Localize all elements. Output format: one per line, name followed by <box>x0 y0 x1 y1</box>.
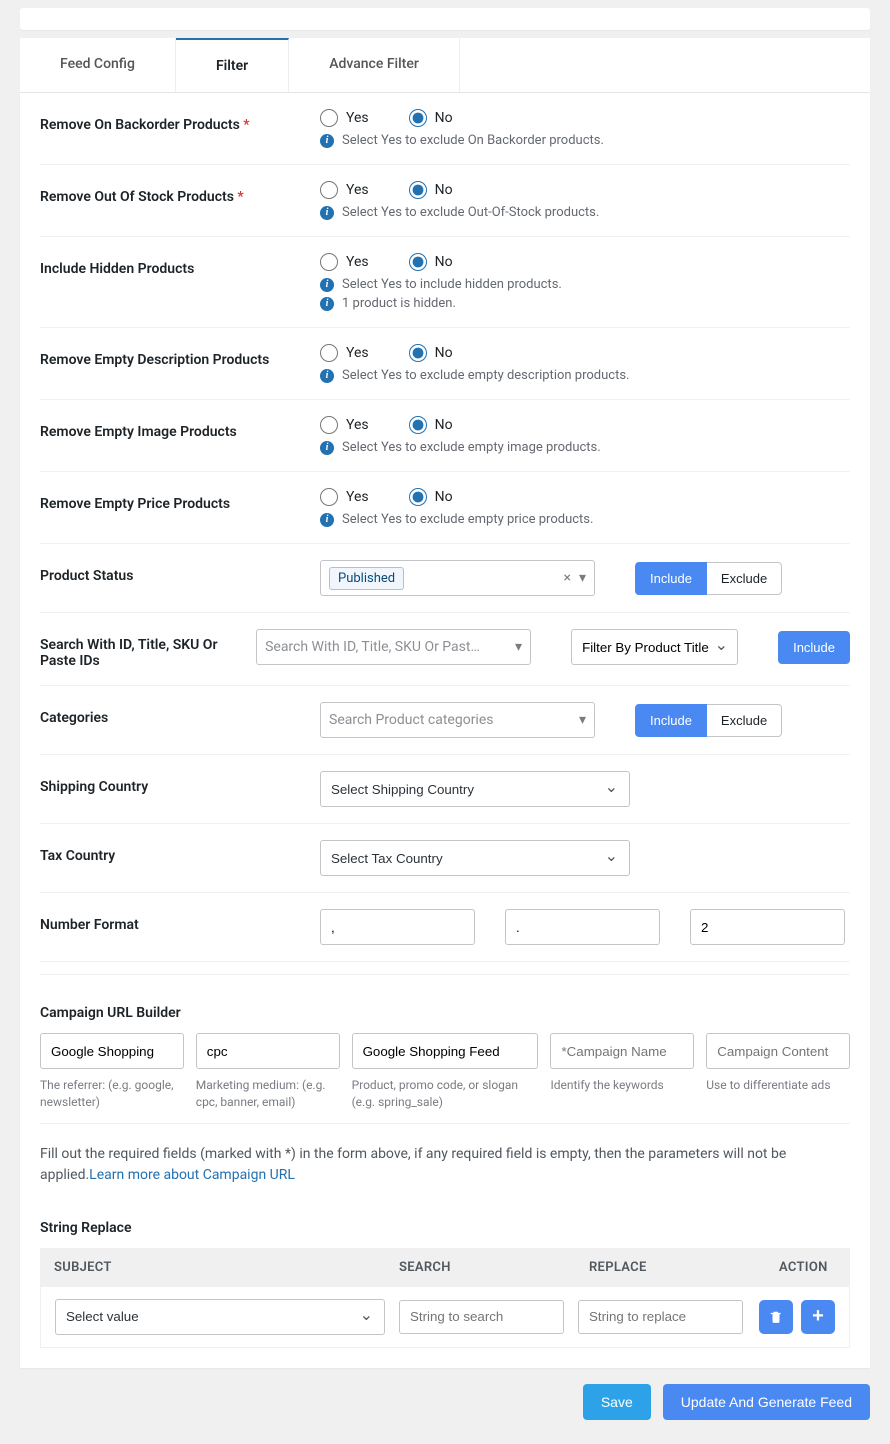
clear-icon[interactable]: × <box>563 570 570 586</box>
string-replace-row: Select value + <box>40 1287 850 1348</box>
campaign-source-desc: The referrer: (e.g. google, newsletter) <box>40 1077 184 1111</box>
radio-empty-desc-no[interactable]: No <box>409 344 453 362</box>
campaign-medium-input[interactable] <box>196 1033 340 1069</box>
campaign-name-desc: Identify the keywords <box>550 1077 694 1094</box>
info-icon: i <box>320 278 334 292</box>
info-icon: i <box>320 206 334 220</box>
radio-hidden-no[interactable]: No <box>409 253 453 271</box>
campaign-url-heading: Campaign URL Builder <box>40 987 850 1033</box>
radio-empty-price-yes[interactable]: Yes <box>320 488 369 506</box>
status-tag-published: Published <box>329 567 404 590</box>
th-action: ACTION <box>779 1260 836 1275</box>
th-search: SEARCH <box>399 1260 589 1275</box>
search-products-select[interactable]: Search With ID, Title, SKU Or Past… ▾ <box>256 629 531 665</box>
status-include-button[interactable]: Include <box>635 562 707 595</box>
string-search-input[interactable] <box>399 1300 564 1334</box>
categories-placeholder: Search Product categories <box>329 712 494 728</box>
label-number-format: Number Format <box>40 909 320 933</box>
help-empty-price: Select Yes to exclude empty price produc… <box>342 512 593 527</box>
categories-exclude-button[interactable]: Exclude <box>707 704 782 737</box>
campaign-medium-desc: Marketing medium: (e.g. cpc, banner, ema… <box>196 1077 340 1111</box>
label-shipping-country: Shipping Country <box>40 771 320 795</box>
th-subject: SUBJECT <box>54 1260 399 1275</box>
radio-hidden-yes[interactable]: Yes <box>320 253 369 271</box>
help-empty-desc: Select Yes to exclude empty description … <box>342 368 629 383</box>
label-remove-empty-img: Remove Empty Image Products <box>40 416 320 440</box>
search-placeholder: Search With ID, Title, SKU Or Past… <box>265 639 480 655</box>
add-row-button[interactable]: + <box>801 1300 835 1334</box>
plus-icon: + <box>812 1305 824 1328</box>
radio-empty-img-no[interactable]: No <box>409 416 453 434</box>
campaign-campaign-desc: Product, promo code, or slogan (e.g. spr… <box>352 1077 539 1111</box>
radio-backorder-yes[interactable]: Yes <box>320 109 369 127</box>
string-replace-input[interactable] <box>578 1300 743 1334</box>
campaign-note: Fill out the required fields (marked wit… <box>40 1136 850 1202</box>
search-include-button[interactable]: Include <box>778 631 850 664</box>
tab-bar: Feed Config Filter Advance Filter <box>20 38 870 93</box>
filter-panel: Remove On Backorder Products * Yes No iS… <box>20 93 870 1368</box>
delete-row-button[interactable] <box>759 1300 793 1334</box>
tab-advance-filter[interactable]: Advance Filter <box>289 38 460 92</box>
help-oos: Select Yes to exclude Out-Of-Stock produ… <box>342 205 599 220</box>
help-backorder: Select Yes to exclude On Backorder produ… <box>342 133 604 148</box>
filter-by-select[interactable]: Filter By Product Title <box>571 629 738 665</box>
label-tax-country: Tax Country <box>40 840 320 864</box>
tax-country-select[interactable]: Select Tax Country <box>320 840 630 876</box>
label-search-products: Search With ID, Title, SKU Or Paste IDs <box>40 629 256 669</box>
radio-empty-desc-yes[interactable]: Yes <box>320 344 369 362</box>
categories-include-button[interactable]: Include <box>635 704 707 737</box>
string-replace-heading: String Replace <box>40 1202 850 1248</box>
chevron-down-icon[interactable]: ▾ <box>579 712 586 728</box>
campaign-source-input[interactable] <box>40 1033 184 1069</box>
radio-oos-yes[interactable]: Yes <box>320 181 369 199</box>
campaign-content-desc: Use to differentiate ads <box>706 1077 850 1094</box>
info-icon: i <box>320 134 334 148</box>
chevron-down-icon[interactable]: ▾ <box>579 570 586 586</box>
radio-empty-price-no[interactable]: No <box>409 488 453 506</box>
radio-backorder-no[interactable]: No <box>409 109 453 127</box>
tab-filter[interactable]: Filter <box>176 38 289 92</box>
radio-empty-img-yes[interactable]: Yes <box>320 416 369 434</box>
shipping-country-select[interactable]: Select Shipping Country <box>320 771 630 807</box>
help-hidden-2: 1 product is hidden. <box>342 296 456 311</box>
tab-feed-config[interactable]: Feed Config <box>20 38 176 92</box>
learn-more-link[interactable]: Learn more about Campaign URL <box>89 1167 295 1183</box>
label-remove-empty-price: Remove Empty Price Products <box>40 488 320 512</box>
help-hidden-1: Select Yes to include hidden products. <box>342 277 562 292</box>
decimal-separator-input[interactable] <box>505 909 660 945</box>
label-remove-backorder: Remove On Backorder Products * <box>40 109 320 133</box>
radio-oos-no[interactable]: No <box>409 181 453 199</box>
status-select[interactable]: Published × ▾ <box>320 560 595 596</box>
label-product-status: Product Status <box>40 560 320 584</box>
status-exclude-button[interactable]: Exclude <box>707 562 782 595</box>
label-remove-empty-desc: Remove Empty Description Products <box>40 344 320 368</box>
subject-select[interactable]: Select value <box>55 1299 385 1335</box>
string-replace-header: SUBJECT SEARCH REPLACE ACTION <box>40 1248 850 1287</box>
label-include-hidden: Include Hidden Products <box>40 253 320 277</box>
decimal-precision-input[interactable] <box>690 909 845 945</box>
chevron-down-icon[interactable]: ▾ <box>515 639 522 655</box>
help-empty-img: Select Yes to exclude empty image produc… <box>342 440 601 455</box>
update-generate-button[interactable]: Update And Generate Feed <box>663 1384 870 1420</box>
info-icon: i <box>320 513 334 527</box>
label-remove-oos: Remove Out Of Stock Products * <box>40 181 320 205</box>
thousands-separator-input[interactable] <box>320 909 475 945</box>
top-card <box>20 8 870 30</box>
categories-select[interactable]: Search Product categories ▾ <box>320 702 595 738</box>
campaign-campaign-input[interactable] <box>352 1033 539 1069</box>
th-replace: REPLACE <box>589 1260 779 1275</box>
info-icon: i <box>320 369 334 383</box>
campaign-content-input[interactable] <box>706 1033 850 1069</box>
campaign-name-input[interactable] <box>550 1033 694 1069</box>
info-icon: i <box>320 441 334 455</box>
save-button[interactable]: Save <box>583 1384 651 1420</box>
info-icon: i <box>320 297 334 311</box>
trash-icon <box>769 1310 783 1324</box>
label-categories: Categories <box>40 702 320 726</box>
